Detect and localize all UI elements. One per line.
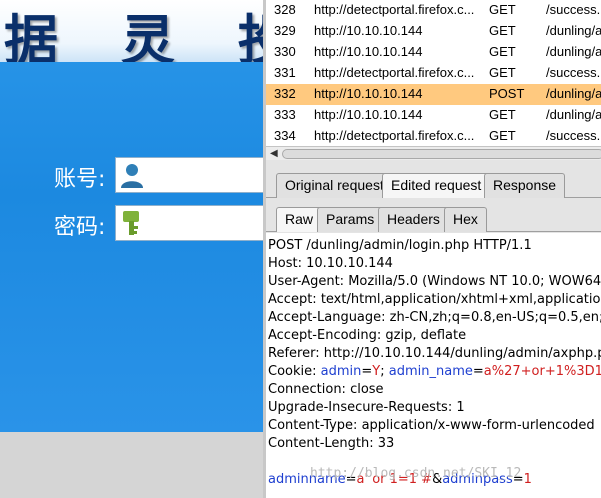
- row-path: /success.: [546, 128, 601, 143]
- cookie-separator: ;: [380, 364, 389, 379]
- request-line: POST /dunling/admin/login.php HTTP/1.1: [268, 238, 532, 253]
- cookie-key: admin: [320, 364, 362, 379]
- http-history-table: 328 http://detectportal.firefox.c... GET…: [266, 0, 601, 146]
- row-number: 330: [274, 44, 296, 59]
- proxy-panel: 328 http://detectportal.firefox.c... GET…: [263, 0, 601, 498]
- row-host: http://detectportal.firefox.c...: [314, 2, 475, 17]
- row-path: /dunling/a: [546, 23, 601, 38]
- tab-params[interactable]: Params: [317, 207, 384, 232]
- row-host: http://10.10.10.144: [314, 86, 423, 101]
- history-row[interactable]: 328 http://detectportal.firefox.c... GET…: [266, 0, 601, 21]
- tab-hex[interactable]: Hex: [444, 207, 487, 232]
- row-method: GET: [489, 2, 516, 17]
- row-host: http://10.10.10.144: [314, 107, 423, 122]
- row-path: /success.: [546, 65, 601, 80]
- scrollbar-thumb[interactable]: [282, 149, 601, 159]
- scroll-left-icon[interactable]: ◀: [270, 148, 278, 159]
- cookie-key: admin_name: [388, 364, 473, 379]
- header-upgrade-insecure: Upgrade-Insecure-Requests: 1: [268, 400, 465, 415]
- row-number: 332: [274, 86, 296, 101]
- cookie-value: a%27+or+1%3D1+%: [483, 364, 601, 379]
- row-host: http://10.10.10.144: [314, 44, 423, 59]
- row-path: /dunling/a: [546, 86, 601, 101]
- history-row[interactable]: 334 http://detectportal.firefox.c... GET…: [266, 126, 601, 146]
- header-connection: Connection: close: [268, 382, 384, 397]
- cookie-equals: =: [361, 364, 373, 379]
- row-method: GET: [489, 65, 516, 80]
- key-icon: [123, 211, 139, 235]
- tab-original-request[interactable]: Original request: [276, 173, 393, 198]
- row-host: http://10.10.10.144: [314, 23, 423, 38]
- password-input[interactable]: [115, 205, 265, 241]
- header-accept: Accept: text/html,application/xhtml+xml,…: [268, 292, 601, 307]
- row-number: 328: [274, 2, 296, 17]
- request-view-tabs: Original request Edited request Response: [266, 172, 601, 198]
- row-method: GET: [489, 44, 516, 59]
- row-number: 331: [274, 65, 296, 80]
- row-host: http://detectportal.firefox.c...: [314, 128, 475, 143]
- header-host: Host: 10.10.10.144: [268, 256, 393, 271]
- row-path: /dunling/a: [546, 107, 601, 122]
- row-method: GET: [489, 23, 516, 38]
- username-label: 账号:: [54, 167, 106, 192]
- header-referer: Referer: http://10.10.10.144/dunling/adm…: [268, 346, 601, 361]
- tab-edited-request[interactable]: Edited request: [382, 173, 491, 198]
- username-input[interactable]: [115, 157, 265, 193]
- header-content-length: Content-Length: 33: [268, 436, 395, 451]
- horizontal-scrollbar[interactable]: ◀: [266, 146, 601, 160]
- history-row[interactable]: 331 http://detectportal.firefox.c... GET…: [266, 63, 601, 84]
- header-cookie: Cookie: admin=Y; admin_name=a%27+or+1%3D…: [268, 363, 601, 381]
- password-label: 密码:: [54, 215, 106, 240]
- row-method: GET: [489, 107, 516, 122]
- row-method: GET: [489, 128, 516, 143]
- header-accept-encoding: Accept-Encoding: gzip, deflate: [268, 328, 467, 343]
- body-param-value: 1: [523, 472, 532, 487]
- watermark-text: http://blog.csdn.net/SKI_12: [310, 466, 522, 481]
- tab-response[interactable]: Response: [484, 173, 566, 198]
- row-path: /success.: [546, 2, 601, 17]
- user-icon: [121, 164, 143, 188]
- history-row[interactable]: 330 http://10.10.10.144 GET /dunling/a: [266, 42, 601, 63]
- history-row-selected[interactable]: 332 http://10.10.10.144 POST /dunling/a: [266, 84, 601, 105]
- login-page: 据 灵 投 账号: 密码:: [0, 0, 265, 498]
- header-accept-language: Accept-Language: zh-CN,zh;q=0.8,en-US;q=…: [268, 310, 601, 325]
- tab-headers[interactable]: Headers: [378, 207, 449, 232]
- message-format-tabs: Raw Params Headers Hex: [266, 206, 601, 232]
- raw-request-editor[interactable]: POST /dunling/admin/login.php HTTP/1.1 H…: [266, 233, 601, 498]
- row-method: POST: [489, 86, 525, 101]
- cookie-equals: =: [472, 364, 484, 379]
- row-path: /dunling/a: [546, 44, 601, 59]
- row-number: 333: [274, 107, 296, 122]
- header-content-type: Content-Type: application/x-www-form-url…: [268, 418, 595, 433]
- cookie-prefix: Cookie:: [268, 364, 321, 379]
- row-number: 334: [274, 128, 296, 143]
- tab-raw[interactable]: Raw: [276, 207, 323, 232]
- history-row[interactable]: 329 http://10.10.10.144 GET /dunling/a: [266, 21, 601, 42]
- history-row[interactable]: 333 http://10.10.10.144 GET /dunling/a: [266, 105, 601, 126]
- header-user-agent: User-Agent: Mozilla/5.0 (Windows NT 10.0…: [268, 274, 601, 289]
- login-banner-title: 据 灵 投: [4, 8, 263, 62]
- row-number: 329: [274, 23, 296, 38]
- row-host: http://detectportal.firefox.c...: [314, 65, 475, 80]
- login-banner: 据 灵 投: [0, 0, 263, 62]
